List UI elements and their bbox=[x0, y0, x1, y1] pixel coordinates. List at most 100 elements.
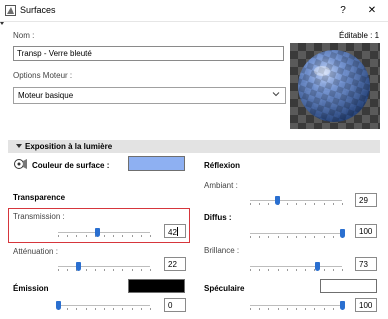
slider-tick bbox=[268, 269, 270, 271]
diffuse-input[interactable]: 100 bbox=[355, 224, 377, 238]
specular-value: 100 bbox=[359, 301, 373, 310]
attenuation-input[interactable]: 22 bbox=[164, 257, 186, 271]
slider-tick bbox=[122, 269, 124, 271]
slider-tick bbox=[332, 308, 334, 310]
slider-tick bbox=[140, 269, 142, 271]
specular-color-swatch[interactable] bbox=[320, 279, 377, 293]
slider-thumb[interactable] bbox=[76, 262, 82, 271]
slider-thumb[interactable] bbox=[315, 262, 321, 271]
title-bar: Surfaces ? ✕ bbox=[0, 0, 388, 22]
slider-thumb[interactable] bbox=[340, 301, 345, 310]
slider-track bbox=[250, 200, 342, 201]
chevron-down-icon bbox=[272, 92, 280, 97]
slider-tick bbox=[332, 269, 334, 271]
slider-tick bbox=[250, 269, 251, 271]
specular-input[interactable]: 100 bbox=[355, 298, 377, 312]
slider-tick bbox=[268, 308, 270, 310]
slider-tick bbox=[67, 269, 69, 271]
surface-color-swatch[interactable] bbox=[128, 156, 185, 171]
slider-tick bbox=[259, 269, 261, 271]
slider-track bbox=[58, 266, 150, 267]
slider-tick bbox=[286, 203, 288, 205]
slider-tick bbox=[323, 308, 325, 310]
slider-tick bbox=[94, 269, 96, 271]
slider-tick bbox=[76, 308, 78, 310]
emission-input[interactable]: 0 bbox=[164, 298, 186, 312]
slider-tick bbox=[296, 203, 297, 205]
slider-tick bbox=[250, 203, 251, 205]
close-button[interactable]: ✕ bbox=[365, 4, 379, 18]
slider-tick bbox=[113, 308, 115, 310]
surface-name-value: Transp - Verre bleuté bbox=[17, 49, 92, 58]
slider-thumb[interactable] bbox=[340, 229, 345, 238]
slider-tick bbox=[305, 269, 307, 271]
attenuation-label: Atténuation : bbox=[13, 247, 58, 256]
slider-tick bbox=[150, 308, 151, 310]
slider-thumb[interactable] bbox=[274, 196, 280, 205]
slider-tick bbox=[342, 269, 343, 271]
slider-tick bbox=[131, 269, 133, 271]
transparency-heading: Transparence bbox=[13, 193, 66, 202]
slider-tick bbox=[305, 308, 307, 310]
emission-label: Émission bbox=[13, 284, 49, 293]
surface-name-input[interactable]: Transp - Verre bleuté bbox=[13, 46, 284, 61]
emission-value: 0 bbox=[168, 301, 173, 310]
slider-tick bbox=[286, 308, 288, 310]
slider-tick bbox=[296, 269, 297, 271]
slider-tick bbox=[259, 203, 261, 205]
slider-track bbox=[250, 266, 342, 267]
emission-slider[interactable] bbox=[56, 301, 151, 311]
attenuation-slider[interactable] bbox=[58, 262, 151, 272]
slider-track bbox=[58, 305, 150, 306]
slider-tick bbox=[314, 203, 316, 205]
attenuation-value: 22 bbox=[168, 260, 177, 269]
slider-ticks bbox=[250, 203, 343, 205]
slider-tick bbox=[305, 236, 307, 238]
engine-select[interactable]: Moteur basique bbox=[13, 87, 286, 104]
light-exposure-section-header[interactable]: Exposition à la lumière bbox=[8, 140, 380, 153]
shininess-label: Brillance : bbox=[204, 246, 240, 255]
emission-color-swatch[interactable] bbox=[128, 279, 185, 293]
ambient-slider[interactable] bbox=[250, 196, 343, 206]
window-title: Surfaces bbox=[20, 5, 56, 15]
slider-tick bbox=[259, 308, 261, 310]
shininess-value: 73 bbox=[359, 260, 368, 269]
slider-tick bbox=[104, 269, 105, 271]
shininess-slider[interactable] bbox=[250, 262, 343, 272]
diffuse-slider[interactable] bbox=[250, 229, 345, 239]
slider-tick bbox=[94, 308, 96, 310]
specular-slider[interactable] bbox=[250, 301, 345, 311]
engine-select-value: Moteur basique bbox=[18, 91, 74, 100]
help-button[interactable]: ? bbox=[336, 4, 350, 18]
slider-tick bbox=[150, 269, 151, 271]
slider-tick bbox=[85, 269, 87, 271]
slider-track bbox=[250, 233, 342, 234]
slider-tick bbox=[314, 308, 316, 310]
surface-color-icon bbox=[14, 159, 27, 169]
slider-tick bbox=[323, 236, 325, 238]
section-title: Exposition à la lumière bbox=[25, 142, 113, 151]
slider-tick bbox=[332, 236, 334, 238]
blue-glass-sphere-image bbox=[290, 43, 380, 129]
slider-ticks bbox=[58, 269, 151, 271]
slider-tick bbox=[342, 203, 343, 205]
collapse-triangle-icon bbox=[16, 144, 22, 148]
shininess-input[interactable]: 73 bbox=[355, 257, 377, 271]
diffuse-label: Diffus : bbox=[204, 213, 232, 222]
slider-tick bbox=[58, 269, 59, 271]
slider-tick bbox=[296, 308, 297, 310]
surfaces-app-icon bbox=[5, 5, 16, 16]
ambient-input[interactable]: 29 bbox=[355, 193, 377, 207]
slider-tick bbox=[140, 308, 142, 310]
slider-tick bbox=[250, 236, 251, 238]
slider-tick bbox=[314, 236, 316, 238]
slider-tick bbox=[122, 308, 124, 310]
slider-tick bbox=[296, 236, 297, 238]
slider-track bbox=[250, 305, 342, 306]
ambient-value: 29 bbox=[359, 196, 368, 205]
editable-label: Éditable : 1 bbox=[339, 31, 380, 40]
diffuse-value: 100 bbox=[359, 227, 373, 236]
slider-thumb[interactable] bbox=[56, 301, 61, 310]
slider-tick bbox=[113, 269, 115, 271]
slider-ticks bbox=[58, 308, 151, 310]
